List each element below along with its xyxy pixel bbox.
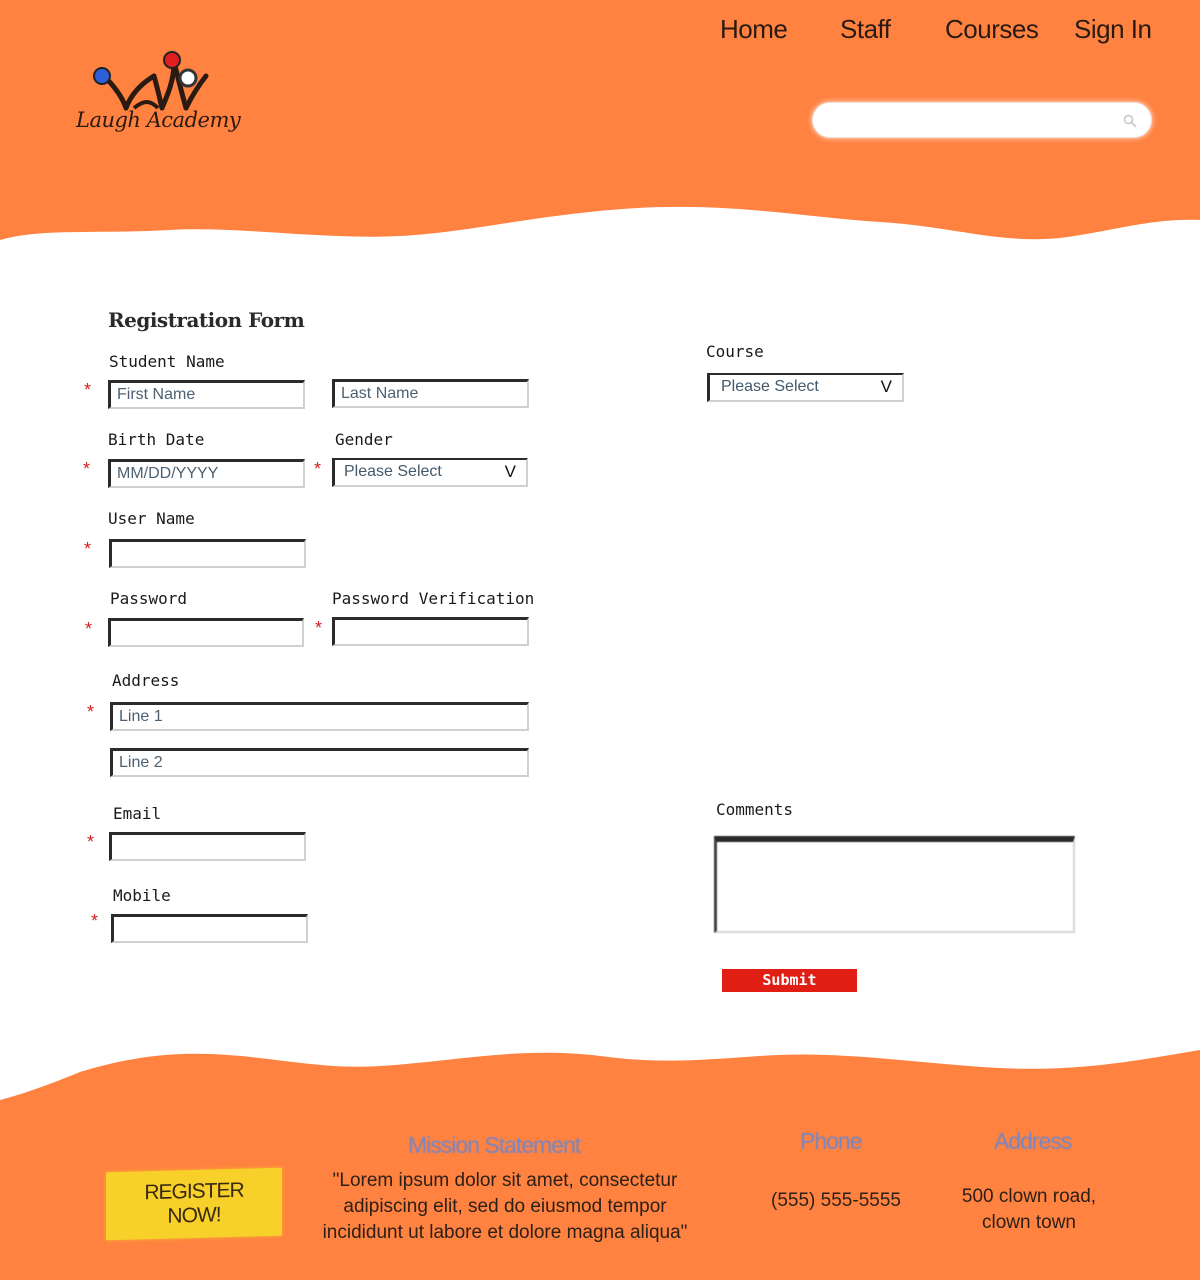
first-name-input[interactable] [108, 380, 305, 409]
submit-button[interactable]: Submit [722, 969, 857, 992]
address-line2-input[interactable] [110, 748, 529, 777]
chevron-down-icon: V [880, 377, 892, 396]
last-name-input[interactable] [332, 379, 529, 408]
required-marker: * [87, 702, 95, 722]
main-nav: Home Staff Courses Sign In [712, 14, 1162, 50]
required-marker: * [84, 539, 92, 559]
course-select[interactable]: Please Select V [707, 373, 904, 402]
address-label: Address [112, 671, 180, 690]
course-selected-value: Please Select [721, 378, 819, 395]
required-marker: * [314, 459, 322, 479]
search-input[interactable] [827, 109, 1117, 133]
required-marker: * [315, 618, 323, 638]
mobile-label: Mobile [113, 886, 171, 905]
logo-wordmark: Laugh Academy [76, 108, 241, 132]
required-marker: * [84, 380, 92, 400]
phone-heading: Phone [800, 1128, 863, 1154]
gender-label: Gender [335, 430, 393, 449]
address-line1-input[interactable] [110, 702, 529, 731]
user-name-label: User Name [108, 509, 195, 528]
nav-staff[interactable]: Staff [840, 14, 891, 45]
form-title: Registration Form [108, 308, 305, 332]
mission-statement-heading: Mission Statement [408, 1132, 581, 1158]
password-input[interactable] [108, 618, 304, 647]
laugh-academy-logo [93, 51, 209, 111]
password-label: Password [110, 589, 188, 608]
chevron-down-icon: V [504, 462, 516, 481]
search-bar [812, 102, 1152, 138]
password-verification-input[interactable] [332, 617, 529, 646]
required-marker: * [91, 911, 99, 931]
required-marker: * [85, 619, 93, 639]
email-input[interactable] [109, 832, 306, 861]
nav-sign-in[interactable]: Sign In [1074, 14, 1152, 45]
phone-text: (555) 555-5555 [771, 1190, 901, 1211]
gender-select[interactable]: Please Select V [332, 458, 528, 487]
nav-home[interactable]: Home [720, 14, 788, 45]
user-name-input[interactable] [109, 539, 306, 568]
email-label: Email [113, 804, 162, 823]
required-marker: * [87, 832, 95, 852]
mission-statement-text: "Lorem ipsum dolor sit amet, consectetur… [322, 1170, 688, 1243]
birth-date-input[interactable] [108, 459, 305, 488]
student-name-label: Student Name [109, 352, 225, 371]
address-text: 500 clown road, clown town [961, 1186, 1097, 1233]
search-icon[interactable] [1123, 114, 1137, 128]
course-label: Course [706, 342, 764, 361]
required-marker: * [83, 459, 91, 479]
birth-date-label: Birth Date [108, 430, 205, 449]
site-header: Laugh Academy Home Staff Courses Sign In [0, 0, 1200, 260]
comments-label: Comments [716, 800, 794, 819]
address-heading: Address [994, 1128, 1072, 1154]
gender-selected-value: Please Select [344, 463, 442, 480]
nav-courses[interactable]: Courses [945, 14, 1039, 45]
register-now-label: REGISTER NOW! [144, 1178, 244, 1228]
register-now-button[interactable]: REGISTER NOW! [106, 1167, 282, 1241]
comments-textarea[interactable] [714, 836, 1075, 933]
password-verification-label: Password Verification [332, 589, 535, 608]
mobile-input[interactable] [111, 914, 308, 943]
site-footer: REGISTER NOW! Mission Statement "Lorem i… [0, 1040, 1200, 1280]
